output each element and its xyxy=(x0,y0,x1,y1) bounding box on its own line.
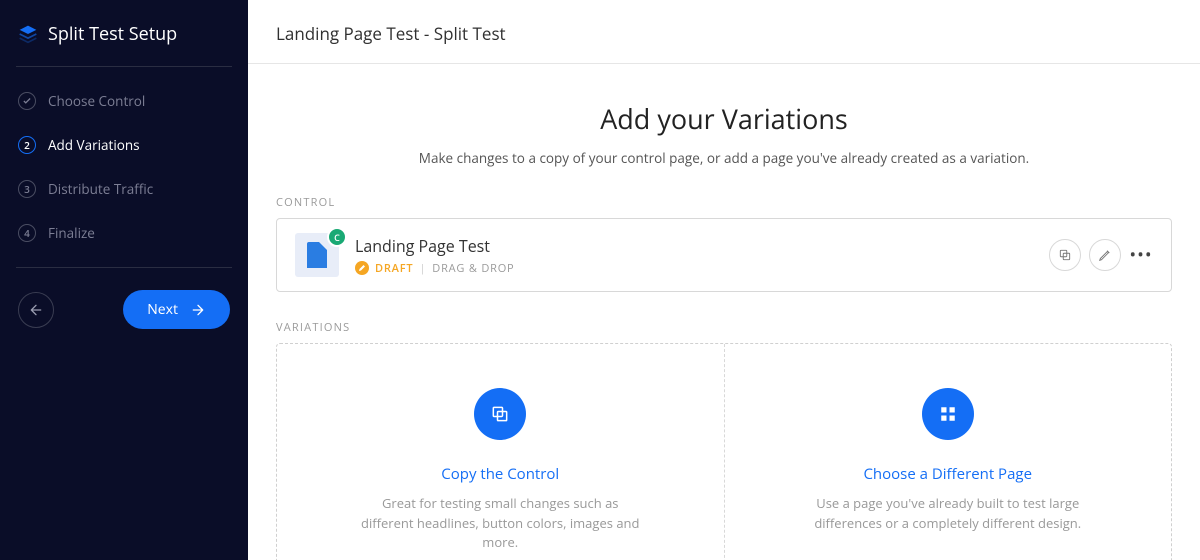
step-label: Add Variations xyxy=(48,136,140,154)
control-meta: DRAFT | DRAG & DROP xyxy=(355,261,1033,276)
sidebar: Split Test Setup Choose Control 2 Add Va… xyxy=(0,0,248,560)
step-number-badge: 4 xyxy=(18,224,36,242)
copy-icon xyxy=(474,388,526,440)
option-title: Choose a Different Page xyxy=(863,464,1032,484)
option-choose-different-page[interactable]: Choose a Different Page Use a page you'v… xyxy=(724,344,1172,560)
main-content: Landing Page Test - Split Test Add your … xyxy=(248,0,1200,560)
check-icon xyxy=(18,92,36,110)
page-type-label: DRAG & DROP xyxy=(432,261,514,276)
hero-heading: Add your Variations xyxy=(276,100,1172,137)
step-choose-control[interactable]: Choose Control xyxy=(0,79,248,123)
option-desc: Use a page you've already built to test … xyxy=(808,494,1088,533)
page-icon xyxy=(307,242,327,268)
back-button[interactable] xyxy=(18,292,54,328)
option-desc: Great for testing small changes such as … xyxy=(360,494,640,553)
step-distribute-traffic[interactable]: 3 Distribute Traffic xyxy=(0,167,248,211)
dots-icon: ••• xyxy=(1129,243,1152,267)
step-finalize[interactable]: 4 Finalize xyxy=(0,211,248,255)
option-title: Copy the Control xyxy=(441,464,559,484)
main-body: Add your Variations Make changes to a co… xyxy=(248,64,1200,560)
copy-icon xyxy=(1058,248,1072,262)
step-label: Distribute Traffic xyxy=(48,180,153,198)
step-number-badge: 3 xyxy=(18,180,36,198)
control-title: Landing Page Test xyxy=(355,235,1033,257)
meta-divider: | xyxy=(419,261,426,276)
control-actions: ••• xyxy=(1049,239,1153,271)
hero: Add your Variations Make changes to a co… xyxy=(276,100,1172,167)
variations-section-label: VARIATIONS xyxy=(276,320,1172,335)
sidebar-header: Split Test Setup xyxy=(0,0,248,66)
control-card: C Landing Page Test DRAFT | DRAG & DROP xyxy=(276,218,1172,292)
arrow-left-icon xyxy=(28,302,44,318)
pencil-icon xyxy=(355,261,369,275)
page-thumbnail: C xyxy=(295,233,339,277)
arrow-right-icon xyxy=(190,302,206,318)
hero-subtext: Make changes to a copy of your control p… xyxy=(276,149,1172,167)
more-options-button[interactable]: ••• xyxy=(1129,243,1153,267)
edit-button[interactable] xyxy=(1089,239,1121,271)
variations-box: Copy the Control Great for testing small… xyxy=(276,343,1172,560)
page-title: Landing Page Test - Split Test xyxy=(248,0,1200,64)
wizard-steps: Choose Control 2 Add Variations 3 Distri… xyxy=(0,67,248,267)
step-add-variations[interactable]: 2 Add Variations xyxy=(0,123,248,167)
option-copy-control[interactable]: Copy the Control Great for testing small… xyxy=(277,344,724,560)
status-badge: DRAFT xyxy=(375,261,413,276)
layers-icon xyxy=(18,24,38,44)
control-badge: C xyxy=(327,227,347,247)
pencil-icon xyxy=(1098,248,1112,262)
sidebar-footer: Next xyxy=(0,268,248,351)
next-label: Next xyxy=(147,300,178,319)
step-label: Finalize xyxy=(48,224,95,242)
step-label: Choose Control xyxy=(48,92,145,110)
step-number-badge: 2 xyxy=(18,136,36,154)
grid-icon xyxy=(922,388,974,440)
control-section-label: CONTROL xyxy=(276,195,1172,210)
duplicate-button[interactable] xyxy=(1049,239,1081,271)
next-button[interactable]: Next xyxy=(123,290,230,329)
sidebar-title: Split Test Setup xyxy=(48,22,177,46)
control-info: Landing Page Test DRAFT | DRAG & DROP xyxy=(355,235,1033,276)
